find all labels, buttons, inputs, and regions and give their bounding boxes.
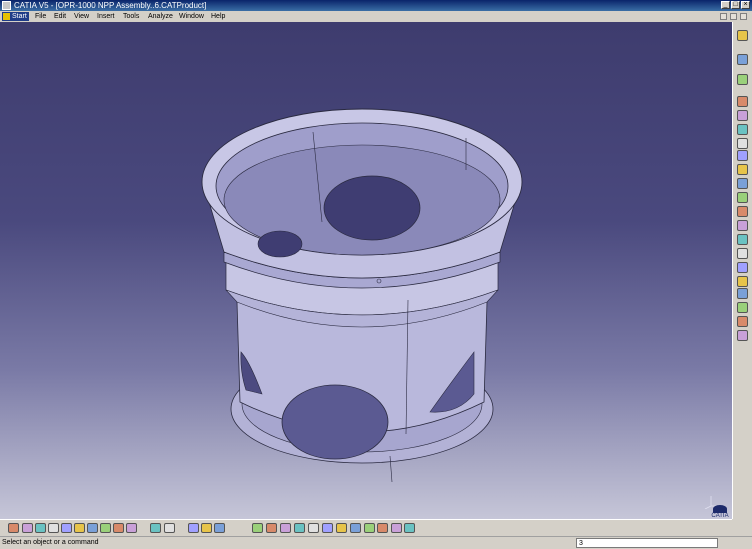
quick-constraint-icon[interactable] [737,302,748,313]
window-title: CATIA V5 - [OPR-1000 NPP Assembly..6.CAT… [14,1,207,10]
bottom-toolbar [0,519,732,536]
minimize-button[interactable]: _ [721,1,730,9]
menu-window[interactable]: Window [179,11,204,22]
fly-mode-icon[interactable] [252,523,263,533]
doc-restore-button[interactable] [730,13,737,20]
shading-icon[interactable] [364,523,375,533]
start-icon [3,13,10,20]
doc-close-button[interactable] [740,13,747,20]
menu-tools[interactable]: Tools [123,11,139,22]
normal-view-icon[interactable] [336,523,347,533]
apply-material-icon[interactable] [201,523,212,533]
assembly-icon[interactable] [737,74,748,85]
bill-of-material-icon[interactable] [737,192,748,203]
menu-analyze[interactable]: Analyze [148,11,173,22]
comment-icon[interactable] [164,523,175,533]
3d-viewport[interactable]: CATIA [0,22,732,519]
right-toolbar [732,22,752,519]
manipulation-icon[interactable] [737,220,748,231]
save-icon[interactable] [35,523,46,533]
material-icon[interactable] [188,523,199,533]
graph-tree-icon[interactable] [737,164,748,175]
measure-icon[interactable] [737,288,748,299]
existing-component-icon[interactable] [737,138,748,149]
menu-edit[interactable]: Edit [54,11,66,22]
light-bulb-icon[interactable] [737,316,748,327]
inner-window-small [257,230,303,258]
new-part-icon[interactable] [737,124,748,135]
open-file-icon[interactable] [22,523,33,533]
copy-icon[interactable] [74,523,85,533]
title-bar: CATIA V5 - [OPR-1000 NPP Assembly..6.CAT… [0,0,752,11]
close-button[interactable]: × [741,1,750,9]
print-icon[interactable] [48,523,59,533]
new-product-icon[interactable] [737,110,748,121]
snap-icon[interactable] [737,234,748,245]
status-bar: Select an object or a command [0,536,752,549]
generate-numbering-icon[interactable] [737,178,748,189]
start-menu[interactable]: Start [2,12,29,21]
start-label: Start [12,13,27,20]
hide-show-icon[interactable] [377,523,388,533]
paste-icon[interactable] [87,523,98,533]
menu-view[interactable]: View [74,11,89,22]
inner-window-large [323,175,421,241]
replace-icon[interactable] [737,150,748,161]
sectioning-icon[interactable] [737,276,748,287]
doc-minimize-button[interactable] [720,13,727,20]
reuse-pattern-icon[interactable] [737,206,748,217]
catia-app-icon[interactable] [2,1,11,10]
pan-icon[interactable] [280,523,291,533]
cut-icon[interactable] [61,523,72,533]
redo-icon[interactable] [113,523,124,533]
clash-icon[interactable] [737,262,748,273]
new-file-icon[interactable] [8,523,19,533]
fit-all-icon[interactable] [266,523,277,533]
power-input-field[interactable] [576,538,718,548]
swap-space-icon[interactable] [391,523,402,533]
cylinder-model[interactable] [0,22,732,519]
status-message: Select an object or a command [2,539,99,546]
menu-file[interactable]: File [35,11,46,22]
menu-help[interactable]: Help [211,11,225,22]
menu-insert[interactable]: Insert [97,11,115,22]
whats-this-icon[interactable] [126,523,137,533]
explode-icon[interactable] [737,248,748,259]
select-icon[interactable] [737,54,748,65]
zoom-out-icon[interactable] [322,523,333,533]
menu-bar: Start File Edit View Insert Tools Analyz… [0,11,752,22]
zoom-in-icon[interactable] [308,523,319,533]
formula-icon[interactable] [150,523,161,533]
catalog-icon[interactable] [737,30,748,41]
new-component-icon[interactable] [737,96,748,107]
maximize-button[interactable]: □ [731,1,740,9]
iso-view-icon[interactable] [350,523,361,533]
hide-icon[interactable] [737,330,748,341]
undo-icon[interactable] [100,523,111,533]
lower-window-center [281,384,389,460]
render-icon[interactable] [404,523,415,533]
catalog-browser-icon[interactable] [214,523,225,533]
rotate-icon[interactable] [294,523,305,533]
catia-logo: CATIA [710,505,730,519]
